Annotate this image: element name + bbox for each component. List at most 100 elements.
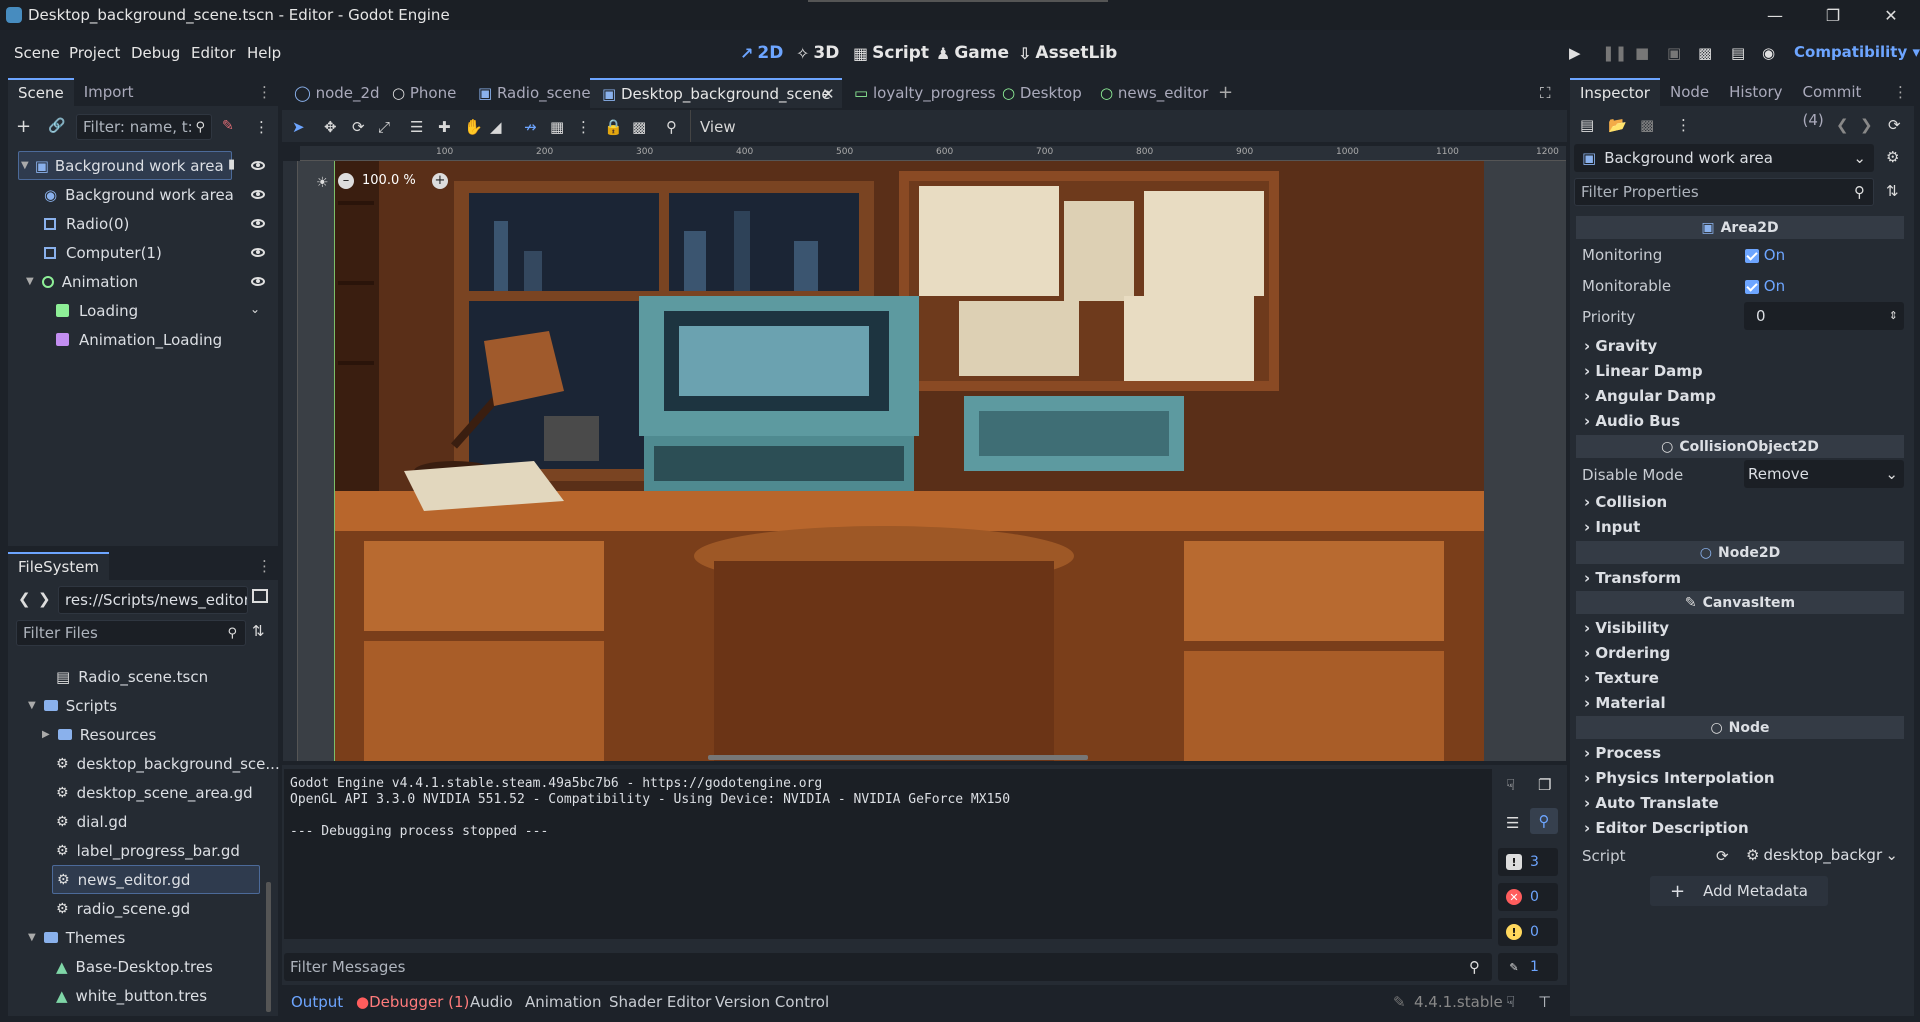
skeleton-icon[interactable]: ⚲ (666, 118, 677, 136)
menu-debug[interactable]: Debug (131, 44, 180, 62)
copy-icon[interactable]: ❐ (1538, 776, 1551, 794)
warnings-filter-button[interactable]: ! 0 (1498, 918, 1558, 946)
monitoring-checkbox[interactable]: On (1745, 246, 1785, 264)
group-material[interactable]: › Material (1584, 694, 1666, 712)
group-gravity[interactable]: › Gravity (1584, 337, 1657, 355)
link-icon[interactable]: 🔗 (48, 118, 65, 134)
group-process[interactable]: › Process (1584, 744, 1661, 762)
collapse-icon[interactable]: ▼ (28, 932, 36, 943)
group-audio-bus[interactable]: › Audio Bus (1584, 412, 1680, 430)
history-forward-icon[interactable]: ❯ (1860, 116, 1873, 134)
visibility-eye-icon[interactable] (251, 190, 265, 199)
tree-node-root[interactable]: ▼ ▣ Background work area (18, 151, 232, 180)
clear-log-icon[interactable]: ☟ (1506, 776, 1515, 794)
tree-node-animation[interactable]: ▼ Animation (26, 267, 138, 296)
history-back-icon[interactable]: ❮ (1836, 116, 1849, 134)
play-scene-icon[interactable]: ▩ (1698, 44, 1712, 62)
select-tool-icon[interactable]: ➤ (292, 118, 305, 136)
folder-item[interactable]: ▼ Themes (28, 923, 125, 952)
renderer-selector[interactable]: Compatibility ▾ (1794, 43, 1920, 61)
group-linear-damp[interactable]: › Linear Damp (1584, 362, 1703, 380)
collapse-messages-icon[interactable]: ☰ (1506, 814, 1519, 832)
dock-menu-icon[interactable]: ⋮ (1893, 83, 1908, 101)
group-editor-description[interactable]: › Editor Description (1584, 819, 1749, 837)
pause-icon[interactable]: ❚❚ (1602, 44, 1627, 62)
menu-project[interactable]: Project (69, 44, 120, 62)
disable-mode-select[interactable]: Remove ⌄ (1744, 460, 1904, 488)
scene-menu-icon[interactable]: ⋮ (254, 118, 269, 136)
collapse-icon[interactable]: ▼ (26, 276, 34, 287)
expand-icon[interactable]: ▶ (42, 729, 50, 740)
visibility-eye-icon[interactable] (251, 161, 265, 170)
attach-script-icon[interactable]: ✎ (222, 118, 234, 134)
movie-maker-icon[interactable]: ◉ (1762, 44, 1775, 62)
smart-snap-icon[interactable]: ↛ (524, 118, 537, 136)
tab-history[interactable]: History (1719, 78, 1792, 106)
workspace-game-button[interactable]: ♟ Game (936, 43, 1009, 63)
resource-menu-icon[interactable]: ⋮ (1676, 116, 1691, 134)
view-menu[interactable]: View (700, 118, 736, 136)
script-resource-picker[interactable]: ⚙ desktop_backgr ⌄ (1742, 841, 1904, 869)
add-node-icon[interactable]: + (16, 116, 31, 137)
back-icon[interactable]: ❮ (18, 590, 31, 608)
save-resource-icon[interactable]: ▩ (1640, 116, 1654, 134)
group-visibility[interactable]: › Visibility (1584, 619, 1669, 637)
tree-node-background[interactable]: ◉ Background work area (44, 180, 234, 209)
visibility-eye-icon[interactable] (251, 248, 265, 257)
object-history-icon[interactable]: ⟳ (1888, 116, 1901, 134)
tab-node[interactable]: Node (1660, 78, 1719, 106)
dock-menu-icon[interactable]: ⋮ (257, 557, 272, 575)
workspace-2d-button[interactable]: ↗ 2D (740, 43, 783, 63)
group-ordering[interactable]: › Ordering (1584, 644, 1670, 662)
collapse-icon[interactable]: ▼ (21, 160, 29, 171)
split-view-icon[interactable] (252, 589, 268, 603)
errors-filter-button[interactable]: ✕ 0 (1498, 883, 1558, 911)
group-angular-damp[interactable]: › Angular Damp (1584, 387, 1716, 405)
tab-debugger[interactable]: ●Debugger (1) (356, 993, 469, 1011)
pan-tool-icon[interactable]: ✋ (464, 118, 483, 136)
monitorable-checkbox[interactable]: On (1745, 277, 1785, 295)
group-icon[interactable]: ▩ (632, 118, 646, 136)
file-item[interactable]: ⚙ desktop_background_sce... (56, 749, 280, 778)
tab-animation[interactable]: Animation (525, 993, 601, 1011)
open-resource-icon[interactable]: 📂 (1608, 116, 1627, 134)
object-tools-icon[interactable]: ⚙ (1886, 148, 1899, 166)
tab-inspector[interactable]: Inspector (1570, 78, 1660, 106)
filter-properties-input[interactable]: Filter Properties ⚲ (1574, 178, 1874, 206)
viewport-center-icon[interactable]: ☀ (316, 175, 329, 191)
add-metadata-button[interactable]: + Add Metadata (1650, 876, 1828, 906)
folder-item[interactable]: ▶ Resources (42, 720, 156, 749)
stop-icon[interactable]: ■ (1635, 44, 1649, 62)
tab-output[interactable]: Output (291, 993, 343, 1011)
scene-tab-phone[interactable]: ○ Phone (392, 84, 456, 102)
list-select-icon[interactable]: ☰ (410, 118, 423, 136)
tab-version-control[interactable]: Version Control (715, 993, 829, 1011)
grid-snap-icon[interactable]: ▦ (550, 118, 564, 136)
close-tab-icon[interactable]: ✕ (822, 85, 835, 103)
snap-options-icon[interactable]: ⋮ (576, 118, 591, 136)
object-selector[interactable]: ▣ Background work area ⌄ (1574, 144, 1874, 172)
scene-tab-desktop[interactable]: ○ Desktop (1002, 84, 1082, 102)
file-item[interactable]: ⚙ dial.gd (56, 807, 127, 836)
revert-icon[interactable]: ⟳ (1716, 847, 1729, 865)
sort-icon[interactable]: ⇅ (252, 622, 265, 640)
file-item[interactable]: ⚙ desktop_scene_area.gd (56, 778, 253, 807)
editor-messages-button[interactable]: ✎ 1 (1498, 953, 1558, 981)
script-attached-icon[interactable]: ▮ (228, 157, 235, 172)
file-item[interactable]: ⚙ radio_scene.gd (56, 894, 190, 923)
group-collision[interactable]: › Collision (1584, 493, 1667, 511)
menu-editor[interactable]: Editor (191, 44, 235, 62)
menu-help[interactable]: Help (247, 44, 281, 62)
remote-debug-icon[interactable]: ▣ (1667, 44, 1681, 62)
tab-scene[interactable]: Scene (8, 78, 74, 106)
visibility-eye-icon[interactable] (251, 219, 265, 228)
file-item[interactable]: ▤ Radio_scene.tscn (56, 662, 208, 691)
folder-item[interactable]: ▼ Scripts (28, 691, 117, 720)
tab-audio[interactable]: Audio (470, 993, 513, 1011)
tree-node-radio[interactable]: Radio(0) (44, 209, 129, 238)
visibility-hidden-icon[interactable]: ⌄ (250, 302, 260, 316)
dock-menu-icon[interactable]: ⋮ (257, 83, 272, 101)
tree-node-animation-loading[interactable]: Animation_Loading (56, 325, 222, 354)
tree-node-computer[interactable]: Computer(1) (44, 238, 162, 267)
pivot-tool-icon[interactable]: ✚ (438, 118, 451, 136)
